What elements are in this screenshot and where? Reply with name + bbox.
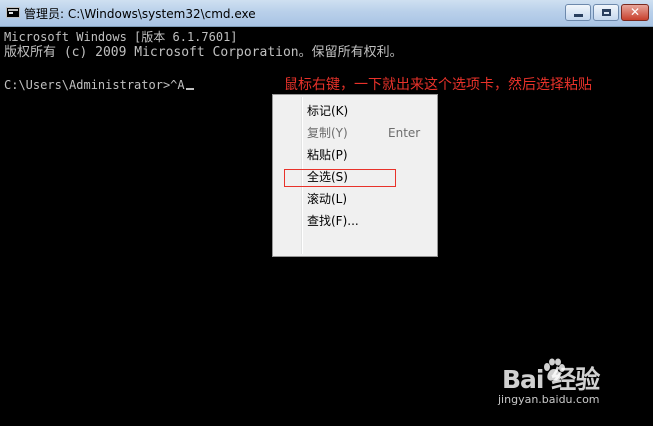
maximize-button[interactable]: [593, 4, 619, 21]
console-line-version: Microsoft Windows [版本 6.1.7601]: [4, 30, 238, 44]
paw-icon: [544, 358, 565, 381]
text-cursor: [185, 88, 194, 90]
menu-item-find[interactable]: 查找(F)...: [275, 210, 435, 232]
menu-item-label: 标记(K): [307, 104, 349, 118]
minimize-icon: [574, 14, 583, 17]
title-bar[interactable]: 管理员: C:\Windows\system32\cmd.exe ✕: [0, 0, 653, 27]
minimize-button[interactable]: [565, 4, 591, 21]
baidu-jingyan-watermark: Bai 经验 jingyan.baidu.com: [498, 352, 648, 412]
window-title: 管理员: C:\Windows\system32\cmd.exe: [24, 7, 256, 21]
paste-highlight-box: [284, 169, 396, 187]
menu-item-copy[interactable]: 复制(Y) Enter: [275, 122, 435, 144]
menu-item-shortcut: Enter: [388, 126, 421, 140]
menu-item-label: 滚动(L): [307, 192, 348, 206]
watermark-url: jingyan.baidu.com: [498, 393, 600, 406]
menu-item-label: 粘贴(P): [307, 148, 348, 162]
cmd-app-icon[interactable]: [6, 7, 20, 18]
cmd-window: 管理员: C:\Windows\system32\cmd.exe ✕ Micro…: [0, 0, 653, 426]
console-line-copyright: 版权所有 (c) 2009 Microsoft Corporation。保留所有…: [4, 45, 403, 60]
annotation-text: 鼠标右键，一下就出来这个选项卡，然后选择粘贴: [284, 77, 592, 93]
console-prompt: C:\Users\Administrator>^A: [4, 78, 185, 92]
menu-item-scroll[interactable]: 滚动(L): [275, 188, 435, 210]
menu-item-paste[interactable]: 粘贴(P): [275, 144, 435, 166]
menu-item-label: 查找(F)...: [307, 214, 359, 228]
maximize-icon: [602, 9, 611, 16]
menu-item-label: 复制(Y): [307, 126, 348, 140]
close-button[interactable]: ✕: [621, 4, 649, 21]
console-prompt-line: C:\Users\Administrator>^A: [4, 77, 194, 93]
menu-item-mark[interactable]: 标记(K): [275, 100, 435, 122]
close-icon: ✕: [629, 5, 641, 19]
